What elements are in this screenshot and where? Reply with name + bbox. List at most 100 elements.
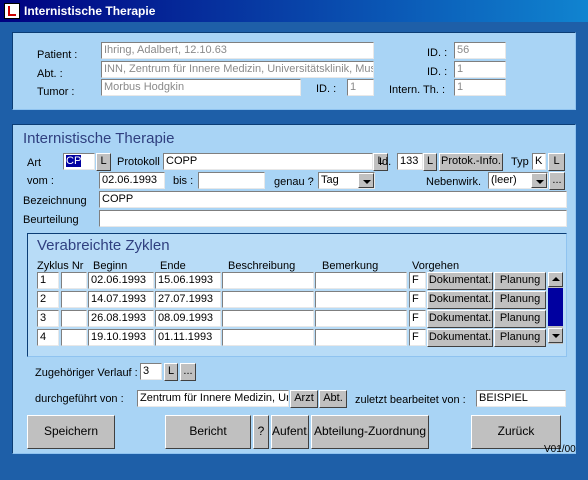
dokumentation-button[interactable]: Dokumentat. <box>427 329 493 347</box>
abteilung-zuordnung-button[interactable]: Abteilung-Zuordnung <box>311 415 429 449</box>
row-nr-field[interactable]: 3 <box>37 310 59 327</box>
row-beschreibung-field[interactable] <box>222 310 314 327</box>
scroll-down-button[interactable] <box>548 328 563 343</box>
col-header-beginn: Beginn <box>93 260 128 272</box>
row-beschreibung-field[interactable] <box>222 272 314 289</box>
protokoll-label: Protokoll <box>117 156 160 168</box>
arzt-button[interactable]: Arzt <box>290 390 318 408</box>
dokumentation-button[interactable]: Dokumentat. <box>427 291 493 309</box>
row-nr-field[interactable]: 2 <box>37 291 59 308</box>
typ-lookup-button[interactable]: L <box>548 153 565 171</box>
genau-label: genau ? <box>274 176 314 188</box>
genau-dropdown-arrow[interactable] <box>358 173 374 188</box>
dokumentation-button[interactable]: Dokumentat. <box>427 272 493 290</box>
art-field[interactable]: CP <box>63 153 95 170</box>
tumor-field[interactable]: Morbus Hodgkin <box>101 79 301 96</box>
id-field[interactable]: 133 <box>397 153 423 170</box>
verlauf-more-button[interactable]: ... <box>180 363 196 381</box>
zyklen-scrollbar[interactable] <box>548 272 563 344</box>
protok-info-button[interactable]: Protok.-Info. <box>439 153 503 171</box>
row-bemerkung-field[interactable] <box>315 291 407 308</box>
bis-field[interactable] <box>198 172 265 189</box>
bericht-button[interactable]: Bericht <box>165 415 251 449</box>
row-nr-extra-field[interactable] <box>61 329 87 346</box>
vom-field[interactable]: 02.06.1993 <box>99 172 165 189</box>
version-label: V01/00 <box>544 444 576 455</box>
table-row[interactable]: 1 02.06.1993 15.06.1993 F Dokumentat. Planung <box>28 272 546 290</box>
nebenwirk-label: Nebenwirk. <box>426 176 482 188</box>
help-button[interactable]: ? <box>253 415 269 449</box>
scroll-thumb[interactable] <box>548 288 563 326</box>
abt-button[interactable]: Abt. <box>319 390 347 408</box>
row-ende-field[interactable]: 01.11.1993 <box>155 329 221 346</box>
art-label: Art <box>27 157 42 169</box>
patient-id-field[interactable]: 56 <box>454 42 506 59</box>
tumor-id-field[interactable]: 1 <box>347 79 374 96</box>
planung-button[interactable]: Planung <box>494 272 546 290</box>
verlauf-field[interactable]: 3 <box>140 363 162 380</box>
row-ende-field[interactable]: 27.07.1993 <box>155 291 221 308</box>
patient-header-panel: Patient : Ihring, Adalbert, 12.10.63 ID.… <box>12 32 576 110</box>
patient-field[interactable]: Ihring, Adalbert, 12.10.63 <box>101 42 374 59</box>
row-bemerkung-field[interactable] <box>315 329 407 346</box>
aufent-button[interactable]: Aufent. <box>271 415 309 449</box>
typ-field[interactable]: K <box>532 153 546 170</box>
intern-th-field[interactable]: 1 <box>454 79 506 96</box>
bezeichnung-field[interactable]: COPP <box>99 191 567 208</box>
intern-th-label: Intern. Th. : <box>389 84 446 96</box>
abt-field[interactable]: INN, Zentrum für Innere Medizin, Univers… <box>101 61 374 78</box>
row-nr-extra-field[interactable] <box>61 272 87 289</box>
nebenwirk-more-button[interactable]: ... <box>549 172 565 190</box>
row-beginn-field[interactable]: 14.07.1993 <box>88 291 154 308</box>
row-nr-extra-field[interactable] <box>61 310 87 327</box>
row-vorgehen-field[interactable]: F <box>409 291 426 308</box>
row-vorgehen-field[interactable]: F <box>409 272 426 289</box>
id-lookup-button[interactable]: L <box>423 153 437 171</box>
protokoll-field[interactable]: COPP <box>163 153 373 170</box>
nebenwirk-dropdown-arrow[interactable] <box>531 173 547 188</box>
art-lookup-button[interactable]: L <box>96 153 111 171</box>
dokumentation-button[interactable]: Dokumentat. <box>427 310 493 328</box>
table-row[interactable]: 2 14.07.1993 27.07.1993 F Dokumentat. Planung <box>28 291 546 309</box>
planung-button[interactable]: Planung <box>494 310 546 328</box>
row-beginn-field[interactable]: 02.06.1993 <box>88 272 154 289</box>
app-icon[interactable] <box>4 3 20 19</box>
row-beschreibung-field[interactable] <box>222 329 314 346</box>
durchgefuehrt-field[interactable]: Zentrum für Innere Medizin, Ur <box>137 390 289 407</box>
title-bar[interactable]: Internistische Therapie <box>0 0 588 22</box>
durchgefuehrt-label: durchgeführt von : <box>35 393 124 405</box>
bis-label: bis : <box>173 175 194 187</box>
chevron-down-icon <box>552 334 560 338</box>
patient-id-label: ID. : <box>427 47 448 59</box>
nebenwirk-select[interactable]: (leer) <box>488 172 548 189</box>
row-beginn-field[interactable]: 19.10.1993 <box>88 329 154 346</box>
row-nr-field[interactable]: 4 <box>37 329 59 346</box>
row-vorgehen-field[interactable]: F <box>409 329 426 346</box>
zuletzt-field[interactable]: BEISPIEL <box>476 390 566 407</box>
abt-id-field[interactable]: 1 <box>454 61 506 78</box>
table-row[interactable]: 4 19.10.1993 01.11.1993 F Dokumentat. Planung <box>28 329 546 347</box>
row-nr-field[interactable]: 1 <box>37 272 59 289</box>
planung-button[interactable]: Planung <box>494 329 546 347</box>
row-beschreibung-field[interactable] <box>222 291 314 308</box>
row-nr-extra-field[interactable] <box>61 291 87 308</box>
row-bemerkung-field[interactable] <box>315 272 407 289</box>
chevron-down-icon <box>363 180 371 184</box>
speichern-button[interactable]: Speichern <box>27 415 115 449</box>
genau-select[interactable]: Tag <box>318 172 375 189</box>
row-beginn-field[interactable]: 26.08.1993 <box>88 310 154 327</box>
beurteilung-label: Beurteilung <box>23 214 79 226</box>
typ-label: Typ <box>511 156 529 168</box>
verlauf-lookup-button[interactable]: L <box>164 363 178 381</box>
table-row[interactable]: 3 26.08.1993 08.09.1993 F Dokumentat. Planung <box>28 310 546 328</box>
beurteilung-field[interactable] <box>99 210 567 227</box>
row-ende-field[interactable]: 08.09.1993 <box>155 310 221 327</box>
scroll-up-button[interactable] <box>548 272 563 287</box>
planung-button[interactable]: Planung <box>494 291 546 309</box>
zyklen-title: Verabreichte Zyklen <box>37 237 170 254</box>
row-ende-field[interactable]: 15.06.1993 <box>155 272 221 289</box>
row-vorgehen-field[interactable]: F <box>409 310 426 327</box>
col-header-ende: Ende <box>160 260 186 272</box>
row-bemerkung-field[interactable] <box>315 310 407 327</box>
patient-label: Patient : <box>37 49 78 61</box>
